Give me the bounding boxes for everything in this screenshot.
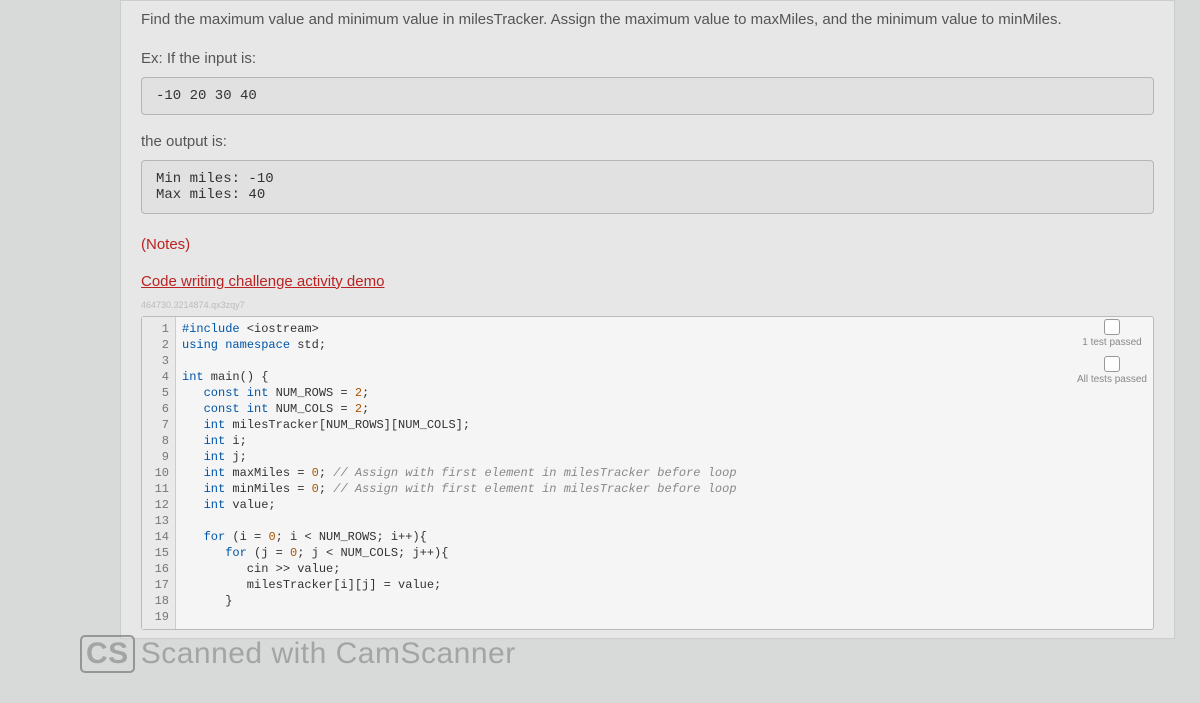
code-editor[interactable]: 1 2 3 4 5 6 7 8 9 10 11 12 13 14 15 16 1… <box>141 316 1154 630</box>
code-token: 0 <box>268 530 275 544</box>
line-number: 5 <box>142 385 175 401</box>
code-token: 0 <box>312 466 319 480</box>
line-number: 1 <box>142 321 175 337</box>
instruction-text: Find the maximum value and minimum value… <box>121 1 1174 42</box>
code-token: ; <box>362 386 369 400</box>
code-token: j; <box>225 450 247 464</box>
code-token: minMiles = <box>225 482 311 496</box>
code-token: (i = <box>225 530 268 544</box>
example-input-block: -10 20 30 40 <box>141 77 1154 115</box>
code-token: <iostream> <box>240 322 319 336</box>
code-token: int <box>182 418 225 432</box>
code-token: int <box>182 482 225 496</box>
line-number: 18 <box>142 593 175 609</box>
exercise-panel: Find the maximum value and minimum value… <box>120 0 1175 639</box>
line-number: 8 <box>142 433 175 449</box>
code-token: cin >> value; <box>182 562 340 576</box>
code-token: std; <box>290 338 326 352</box>
example-label: Ex: If the input is: <box>121 42 1174 69</box>
example-output-block: Min miles: -10 Max miles: 40 <box>141 160 1154 214</box>
code-token: 2 <box>355 386 362 400</box>
code-token: milesTracker[NUM_ROWS][NUM_COLS]; <box>225 418 470 432</box>
one-test-checkbox-icon <box>1104 319 1120 335</box>
line-number: 10 <box>142 465 175 481</box>
code-token: i; <box>225 434 247 448</box>
code-token: maxMiles = <box>225 466 311 480</box>
code-token: ; <box>362 402 369 416</box>
scanner-watermark: CSScanned with CamScanner <box>80 635 516 673</box>
code-token: NUM_COLS = <box>268 402 354 416</box>
notes-link[interactable]: (Notes) <box>121 222 1174 267</box>
code-token: NUM_ROWS = <box>268 386 354 400</box>
code-token: // Assign with first element in milesTra… <box>333 482 736 496</box>
code-token: main() { <box>204 370 269 384</box>
code-token: namespace <box>218 338 290 352</box>
code-area[interactable]: #include <iostream> using namespace std;… <box>176 317 743 629</box>
line-number: 19 <box>142 609 175 625</box>
code-token: const <box>182 402 240 416</box>
line-number: 12 <box>142 497 175 513</box>
all-tests-label: All tests passed <box>1077 374 1147 385</box>
code-token: int <box>182 498 225 512</box>
code-token: for <box>182 530 225 544</box>
code-token: 0 <box>312 482 319 496</box>
line-number: 2 <box>142 337 175 353</box>
code-token: #include <box>182 322 240 336</box>
line-number: 11 <box>142 481 175 497</box>
code-token: 2 <box>355 402 362 416</box>
code-token: ; <box>319 466 333 480</box>
code-token: ; j < NUM_COLS; j++){ <box>297 546 448 560</box>
code-token: milesTracker[i][j] = value; <box>182 578 441 592</box>
activity-id: 464730.3214874.qx3zqy7 <box>121 298 1174 316</box>
cs-badge-icon: CS <box>80 635 135 673</box>
all-tests-checkbox-icon <box>1104 356 1120 372</box>
code-token: int <box>182 466 225 480</box>
code-token: int <box>182 434 225 448</box>
code-token: int <box>240 386 269 400</box>
test-status-column: 1 test passed All tests passed <box>1077 319 1147 393</box>
line-number: 17 <box>142 577 175 593</box>
code-token: int <box>240 402 269 416</box>
code-token: (j = <box>247 546 290 560</box>
code-token: } <box>182 594 232 608</box>
code-token: for <box>182 546 247 560</box>
code-token: value; <box>225 498 275 512</box>
code-token: int <box>182 450 225 464</box>
code-token: const <box>182 386 240 400</box>
code-token: int <box>182 370 204 384</box>
line-number: 6 <box>142 401 175 417</box>
one-test-label: 1 test passed <box>1082 337 1141 348</box>
code-token: ; <box>319 482 333 496</box>
watermark-text: Scanned with CamScanner <box>141 637 516 670</box>
output-label: the output is: <box>121 123 1174 152</box>
line-number: 3 <box>142 353 175 369</box>
code-token: using <box>182 338 218 352</box>
line-number: 4 <box>142 369 175 385</box>
line-number: 7 <box>142 417 175 433</box>
line-number: 14 <box>142 529 175 545</box>
code-token: ; i < NUM_ROWS; i++){ <box>276 530 427 544</box>
line-number: 9 <box>142 449 175 465</box>
demo-link[interactable]: Code writing challenge activity demo <box>121 267 404 298</box>
line-number: 13 <box>142 513 175 529</box>
line-gutter: 1 2 3 4 5 6 7 8 9 10 11 12 13 14 15 16 1… <box>142 317 176 629</box>
line-number: 16 <box>142 561 175 577</box>
code-token: // Assign with first element in milesTra… <box>333 466 736 480</box>
line-number: 15 <box>142 545 175 561</box>
